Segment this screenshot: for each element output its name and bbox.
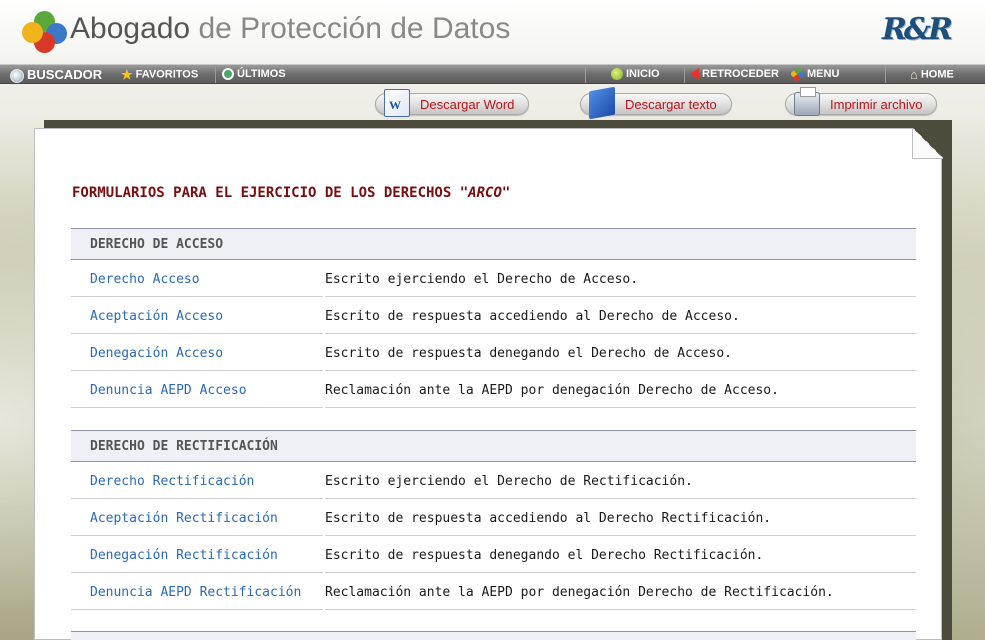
print-file-label: Imprimir archivo	[830, 97, 923, 112]
star-icon: ★	[121, 67, 133, 82]
section-rectification: DERECHO DE RECTIFICACIÓN Derecho Rectifi…	[71, 430, 916, 610]
nav-home-label: HOME	[920, 68, 954, 81]
section-access: DERECHO DE ACCESO Derecho Acceso Escrito…	[71, 228, 916, 408]
content-panel: FORMULARIOS PARA EL EJERCICIO DE LOS DER…	[34, 128, 943, 640]
nav-divider	[684, 66, 685, 83]
nav-start[interactable]: INICIO	[611, 65, 660, 84]
download-text-label: Descargar texto	[625, 97, 717, 112]
word-document-icon	[384, 89, 410, 117]
download-text-button[interactable]: Descargar texto	[580, 86, 732, 120]
page-title: FORMULARIOS PARA EL EJERCICIO DE LOS DER…	[72, 185, 510, 201]
home-icon: ⌂	[910, 67, 918, 82]
form-description: Reclamación ante la AEPD por denegación …	[325, 573, 916, 610]
nav-search[interactable]: BUSCADOR	[10, 65, 102, 84]
form-description: Escrito de respuesta denegando el Derech…	[325, 334, 916, 371]
printer-icon	[794, 87, 820, 116]
clock-icon	[222, 68, 234, 81]
nav-start-label: INICIO	[626, 68, 660, 80]
table-row: Denuncia AEPD Rectificación Reclamación …	[71, 573, 916, 610]
nav-divider	[585, 66, 586, 83]
nav-divider	[885, 66, 886, 83]
nav-divider	[215, 66, 216, 83]
nav-search-label: BUSCADOR	[27, 67, 103, 82]
form-link[interactable]: Derecho Acceso	[71, 260, 323, 297]
table-row: Denegación Acceso Escrito de respuesta d…	[71, 334, 916, 371]
page-title-text: FORMULARIOS PARA EL EJERCICIO DE LOS DER…	[72, 185, 452, 201]
nav-menu[interactable]: MENU	[791, 65, 839, 84]
nav-home[interactable]: ⌂ HOME	[910, 65, 954, 84]
form-link[interactable]: Derecho Rectificación	[71, 462, 323, 499]
home-circle-icon	[611, 68, 623, 81]
nav-favorites-label: FAVORITOS	[135, 68, 199, 81]
form-description: Reclamación ante la AEPD por denegación …	[325, 371, 916, 408]
menu-icon	[791, 67, 804, 81]
print-file-button[interactable]: Imprimir archivo	[785, 87, 938, 116]
nav-menu-label: MENU	[807, 68, 840, 80]
table-row: Aceptación Rectificación Escrito de resp…	[71, 499, 916, 536]
download-word-label: Descargar Word	[420, 97, 515, 112]
site-header: Abogado de Protección de Datos R&R	[0, 0, 985, 64]
search-icon	[10, 68, 24, 83]
table-row: Denuncia AEPD Acceso Reclamación ante la…	[71, 371, 916, 408]
table-row: Derecho Rectificación Escrito ejerciendo…	[71, 462, 916, 499]
section-next-heading	[71, 631, 916, 640]
form-description: Escrito de respuesta accediendo al Derec…	[325, 297, 916, 334]
form-description: Escrito ejerciendo el Derecho de Acceso.	[325, 260, 916, 297]
table-row: Aceptación Acceso Escrito de respuesta a…	[71, 297, 916, 334]
page-fold-corner	[912, 128, 943, 159]
brand-logo[interactable]: R&R	[882, 12, 953, 50]
nav-favorites[interactable]: ★ FAVORITOS	[121, 65, 198, 84]
form-link[interactable]: Aceptación Acceso	[71, 297, 323, 334]
site-title-secondary: de Protección de Datos	[198, 12, 511, 45]
form-description: Escrito ejerciendo el Derecho de Rectifi…	[325, 462, 916, 499]
table-row: Derecho Acceso Escrito ejerciendo el Der…	[71, 260, 916, 297]
form-link[interactable]: Denuncia AEPD Acceso	[71, 371, 323, 408]
download-word-button[interactable]: Descargar Word	[375, 89, 530, 117]
back-arrow-icon	[690, 68, 699, 81]
nav-recent-label: ÚLTIMOS	[237, 68, 286, 80]
nav-recent[interactable]: ÚLTIMOS	[222, 65, 286, 84]
text-document-icon	[589, 86, 615, 120]
form-link[interactable]: Denegación Rectificación	[71, 536, 323, 573]
form-link[interactable]: Aceptación Rectificación	[71, 499, 323, 536]
nav-back-label: RETROCEDER	[702, 68, 780, 80]
page-title-emphasis: "ARCO"	[459, 185, 511, 201]
site-logo-icon[interactable]	[22, 11, 67, 53]
site-title: Abogado de Protección de Datos	[70, 12, 510, 46]
table-row: Denegación Rectificación Escrito de resp…	[71, 536, 916, 573]
form-link[interactable]: Denegación Acceso	[71, 334, 323, 371]
nav-back[interactable]: RETROCEDER	[690, 65, 779, 84]
main-navbar: BUSCADOR ★ FAVORITOS ÚLTIMOS INICIO RETRO…	[0, 64, 985, 84]
form-description: Escrito de respuesta accediendo al Derec…	[325, 499, 916, 536]
section-heading: DERECHO DE RECTIFICACIÓN	[71, 430, 916, 462]
site-title-primary: Abogado	[70, 12, 191, 45]
form-link[interactable]: Denuncia AEPD Rectificación	[71, 573, 323, 610]
form-description: Escrito de respuesta denegando el Derech…	[325, 536, 916, 573]
section-heading: DERECHO DE ACCESO	[71, 228, 916, 260]
